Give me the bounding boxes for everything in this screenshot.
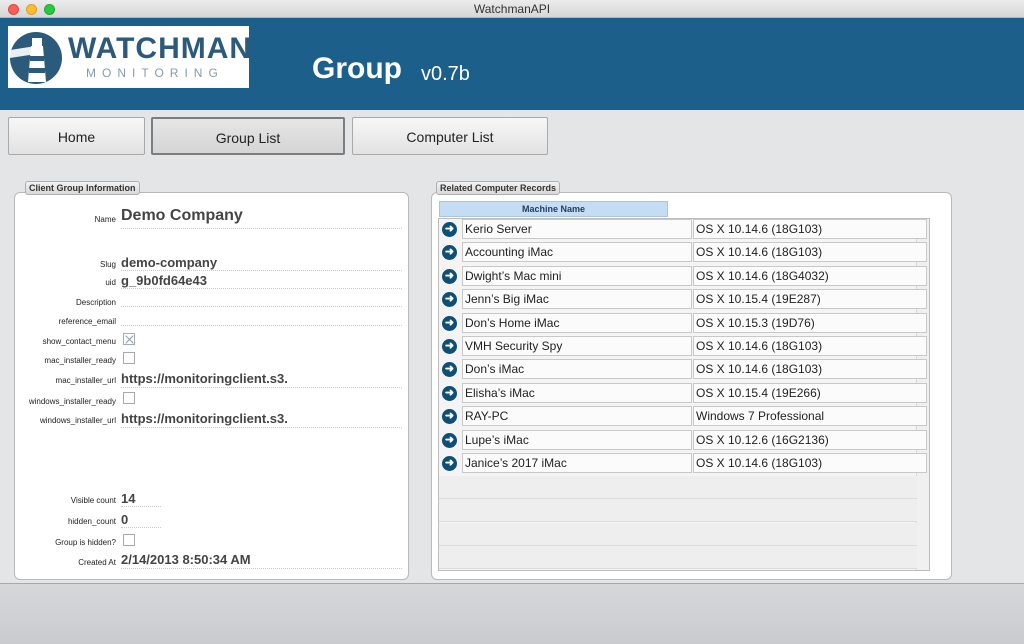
description-label: Description: [75, 298, 116, 307]
arrow-right-circle-icon[interactable]: ➜: [442, 339, 457, 354]
record-os-version[interactable]: OS X 10.14.6 (18G103): [693, 219, 927, 239]
record-row[interactable]: ➜ Don’s Home iMac OS X 10.15.3 (19D76): [439, 312, 929, 335]
empty-row: [439, 476, 917, 500]
slug-field[interactable]: demo-company: [121, 255, 402, 271]
show-contact-menu-checkbox[interactable]: [123, 333, 135, 345]
created-at-field[interactable]: 2/14/2013 8:50:34 AM: [121, 552, 402, 569]
reference-email-label: reference_email: [58, 317, 116, 326]
record-row[interactable]: ➜ Lupe’s iMac OS X 10.12.6 (16G2136): [439, 429, 929, 452]
record-os-version[interactable]: OS X 10.14.6 (18G103): [693, 453, 927, 473]
record-os-version[interactable]: OS X 10.14.6 (18G103): [693, 336, 927, 356]
uid-field[interactable]: g_9b0fd64e43: [121, 273, 402, 289]
record-os-version[interactable]: OS X 10.15.3 (19D76): [693, 312, 927, 333]
logo-wordmark: WATCHMAN: [68, 32, 253, 65]
empty-row: [439, 499, 917, 523]
record-machine-name[interactable]: Lupe’s iMac: [462, 429, 692, 450]
mac-installer-url-label: mac_installer_url: [55, 376, 116, 385]
window-footer: [0, 583, 1024, 644]
page-title: Group: [312, 52, 402, 85]
computer-list-button[interactable]: Computer List: [352, 117, 548, 155]
arrow-right-circle-icon[interactable]: ➜: [442, 222, 457, 237]
mac-installer-ready-checkbox[interactable]: [123, 352, 135, 364]
record-row[interactable]: ➜ RAY-PC Windows 7 Professional: [439, 405, 929, 428]
home-button[interactable]: Home: [8, 117, 145, 155]
record-os-version[interactable]: OS X 10.14.6 (18G103): [693, 242, 927, 263]
arrow-right-circle-icon[interactable]: ➜: [442, 432, 457, 448]
visible-count-field[interactable]: 14: [121, 491, 161, 507]
record-machine-name[interactable]: Dwight’s Mac mini: [462, 265, 692, 286]
empty-row: [439, 546, 917, 570]
record-row[interactable]: ➜ Elisha’s iMac OS X 10.15.4 (19E266): [439, 382, 929, 405]
name-label: Name: [94, 215, 116, 224]
arrow-right-circle-icon[interactable]: ➜: [442, 362, 457, 378]
lighthouse-icon: [10, 32, 62, 84]
empty-row: [439, 523, 917, 547]
app-version: v0.7b: [421, 63, 470, 85]
windows-installer-ready-label: windows_installer_ready: [28, 397, 116, 406]
group-hidden-checkbox[interactable]: [123, 534, 135, 546]
client-group-panel-label: Client Group Information: [25, 181, 140, 195]
record-row[interactable]: ➜ Kerio Server OS X 10.14.6 (18G103): [439, 218, 929, 241]
minimize-window-button[interactable]: [26, 4, 37, 15]
arrow-right-circle-icon[interactable]: ➜: [442, 409, 457, 425]
record-row[interactable]: ➜ Don’s iMac OS X 10.14.6 (18G103): [439, 358, 929, 381]
record-machine-name[interactable]: Don’s Home iMac: [462, 312, 692, 333]
record-row[interactable]: ➜ Jenn’s Big iMac OS X 10.15.4 (19E287): [439, 288, 929, 311]
uid-label: uid: [105, 278, 116, 287]
machine-name-column-header[interactable]: Machine Name: [439, 201, 668, 217]
arrow-right-circle-icon[interactable]: ➜: [442, 268, 457, 284]
group-list-button[interactable]: Group List: [151, 117, 345, 155]
record-os-version[interactable]: OS X 10.15.4 (19E287): [693, 289, 927, 310]
app-header: WATCHMAN MONITORING Group v0.7b: [0, 18, 1024, 110]
record-machine-name[interactable]: Janice’s 2017 iMac: [462, 453, 692, 473]
visible-count-label: Visible count: [70, 496, 116, 505]
hidden-count-field[interactable]: 0: [121, 512, 161, 528]
hidden-count-label: hidden_count: [67, 517, 116, 526]
arrow-right-circle-icon[interactable]: ➜: [442, 385, 457, 401]
show-contact-menu-label: show_contact_menu: [42, 337, 116, 346]
group-hidden-label: Group is hidden?: [55, 538, 116, 547]
mac-installer-ready-label: mac_installer_ready: [44, 356, 116, 365]
created-at-label: Created At: [78, 558, 116, 567]
window-title: WatchmanAPI: [473, 2, 551, 16]
arrow-right-circle-icon[interactable]: ➜: [442, 315, 457, 331]
description-field[interactable]: [121, 292, 402, 307]
record-os-version[interactable]: OS X 10.14.6 (18G4032): [693, 265, 927, 286]
record-machine-name[interactable]: Jenn’s Big iMac: [462, 289, 692, 310]
arrow-right-circle-icon[interactable]: ➜: [442, 456, 457, 471]
mac-installer-url-field[interactable]: https://monitoringclient.s3.: [121, 371, 402, 388]
record-row[interactable]: ➜ Janice’s 2017 iMac OS X 10.14.6 (18G103): [439, 452, 929, 475]
record-machine-name[interactable]: VMH Security Spy: [462, 336, 692, 356]
arrow-right-circle-icon[interactable]: ➜: [442, 245, 457, 261]
watchman-logo: WATCHMAN MONITORING: [8, 26, 253, 88]
windows-installer-url-label: windows_installer_url: [39, 416, 116, 425]
record-row[interactable]: ➜ VMH Security Spy OS X 10.14.6 (18G103): [439, 335, 929, 358]
record-row[interactable]: ➜ Accounting iMac OS X 10.14.6 (18G103): [439, 241, 929, 264]
record-os-version[interactable]: OS X 10.14.6 (18G103): [693, 359, 927, 380]
slug-label: Slug: [99, 260, 116, 269]
record-machine-name[interactable]: Accounting iMac: [462, 242, 692, 263]
related-records-panel-label: Related Computer Records: [436, 181, 561, 195]
arrow-right-circle-icon[interactable]: ➜: [442, 292, 457, 308]
record-machine-name[interactable]: RAY-PC: [462, 406, 692, 427]
record-machine-name[interactable]: Don’s iMac: [462, 359, 692, 380]
record-os-version[interactable]: OS X 10.12.6 (16G2136): [693, 429, 927, 450]
record-os-version[interactable]: OS X 10.15.4 (19E266): [693, 382, 927, 403]
windows-installer-url-field[interactable]: https://monitoringclient.s3.: [121, 411, 402, 428]
record-os-version[interactable]: Windows 7 Professional: [693, 406, 927, 427]
window-titlebar: WatchmanAPI: [0, 0, 1024, 18]
record-machine-name[interactable]: Elisha’s iMac: [462, 382, 692, 403]
name-field[interactable]: Demo Company: [121, 207, 402, 229]
record-machine-name[interactable]: Kerio Server: [462, 219, 692, 239]
zoom-window-button[interactable]: [44, 4, 55, 15]
close-window-button[interactable]: [8, 4, 19, 15]
record-row[interactable]: ➜ Dwight’s Mac mini OS X 10.14.6 (18G4032): [439, 265, 929, 288]
windows-installer-ready-checkbox[interactable]: [123, 392, 135, 404]
logo-subtitle: MONITORING: [86, 66, 224, 80]
reference-email-field[interactable]: [121, 311, 402, 326]
